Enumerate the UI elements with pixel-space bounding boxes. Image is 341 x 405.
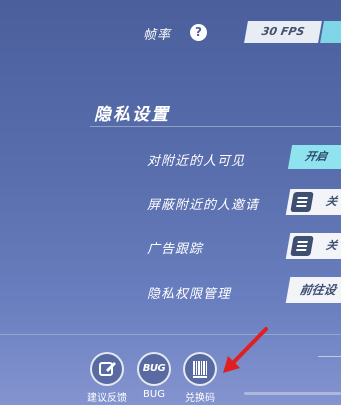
toggle-state-text: 关 [324, 195, 339, 208]
side-indicator [318, 356, 341, 357]
barcode-icon [193, 361, 207, 378]
volume-slider-track[interactable] [244, 392, 341, 395]
toggle-state-text: 关 [324, 239, 339, 252]
redeem-code-label: 兑换码 [185, 393, 215, 404]
frame-rate-label: 帧率 [143, 28, 172, 43]
bug-label: BUG [143, 389, 165, 400]
fps-next-option[interactable] [320, 21, 341, 43]
block-nearby-invites-toggle[interactable]: 关 [285, 189, 341, 215]
visible-to-nearby-toggle[interactable]: 开启 [287, 145, 341, 169]
go-to-settings-button[interactable]: 前往设 [285, 277, 341, 303]
red-arrow-annotation [223, 327, 268, 373]
redeem-code-button[interactable] [183, 352, 217, 386]
menu-icon [290, 192, 314, 212]
bottom-divider [0, 334, 341, 335]
edit-icon [99, 362, 116, 376]
bug-icon: BUG [142, 363, 166, 374]
feedback-label: 建议反馈 [87, 393, 127, 404]
visible-to-nearby-label: 对附近的人可见 [147, 154, 246, 169]
menu-icon [290, 236, 314, 256]
toggle-state-text: 开启 [303, 150, 329, 163]
feedback-button[interactable] [90, 352, 124, 386]
help-icon[interactable]: ? [190, 24, 207, 41]
fps-30-option[interactable]: 30 FPS [244, 21, 322, 43]
privacy-section-title: 隐私设置 [94, 105, 170, 125]
privacy-permission-label: 隐私权限管理 [147, 287, 232, 302]
section-divider [90, 126, 341, 127]
bug-report-button[interactable]: BUG [137, 352, 171, 386]
ad-tracking-label: 广告跟踪 [147, 242, 204, 257]
ad-tracking-toggle[interactable]: 关 [285, 233, 341, 259]
frame-rate-selector[interactable]: 30 FPS [244, 21, 341, 43]
block-nearby-invites-label: 屏蔽附近的人邀请 [147, 198, 260, 213]
